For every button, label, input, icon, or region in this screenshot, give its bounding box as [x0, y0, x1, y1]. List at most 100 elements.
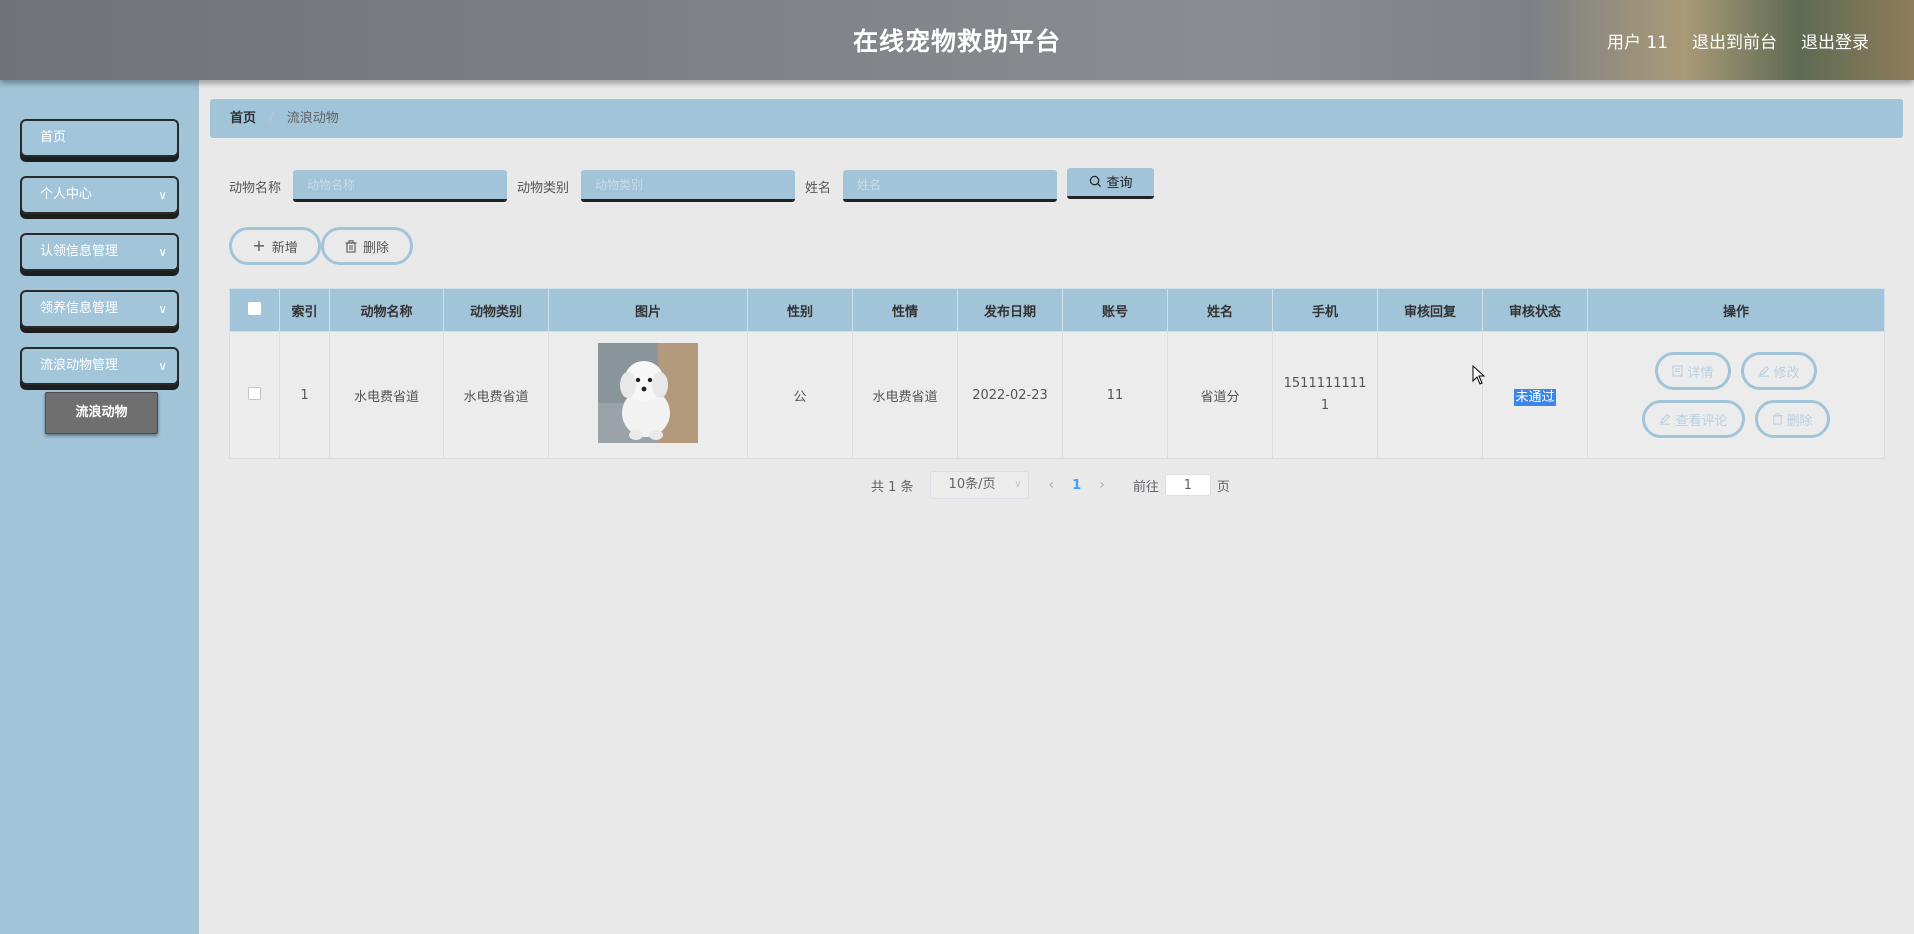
edit-button[interactable]: 修改 — [1740, 352, 1817, 390]
column-header: 账号 — [1062, 288, 1168, 332]
search-icon — [1089, 175, 1101, 188]
sidebar-item-claim-info[interactable]: 认领信息管理 ∨ — [20, 233, 179, 271]
column-header: 动物名称 — [329, 288, 444, 332]
mouse-cursor-icon — [1472, 365, 1486, 385]
sidebar-item-stray-management[interactable]: 流浪动物管理 ∨ — [20, 347, 179, 385]
plus-icon: + — [252, 236, 266, 255]
animal-type-cell: 水电费省道 — [443, 331, 549, 459]
page-size-select[interactable]: 10条/页 ∨ — [929, 471, 1029, 499]
column-header: 图片 — [548, 288, 748, 332]
page-suffix: 页 — [1216, 479, 1230, 495]
edit-icon — [1758, 365, 1769, 377]
sidebar-item-label: 首页 — [40, 130, 67, 145]
image-cell — [548, 331, 748, 459]
animal-type-input[interactable] — [581, 170, 796, 202]
view-comments-button[interactable]: 查看评论 — [1642, 400, 1745, 438]
animal-name-label: 动物名称 — [229, 180, 282, 196]
user-label[interactable]: 用户 11 — [1607, 28, 1668, 53]
review-reply-cell — [1377, 331, 1483, 459]
review-status-cell: 未通过 — [1482, 331, 1588, 459]
pet-photo[interactable] — [598, 343, 698, 443]
select-all-checkbox[interactable] — [248, 301, 261, 315]
add-button-label: 新增 — [271, 240, 298, 256]
add-button[interactable]: + 新增 — [229, 227, 321, 265]
column-header: 发布日期 — [957, 288, 1063, 332]
top-header: 在线宠物救助平台 用户 11 退出到前台 退出登录 — [0, 0, 1914, 80]
row-delete-label: 删除 — [1786, 413, 1813, 429]
chevron-down-icon: ∨ — [1014, 479, 1022, 490]
row-delete-button[interactable]: 删除 — [1754, 400, 1830, 438]
index-cell: 1 — [279, 331, 330, 459]
review-status-value: 未通过 — [1514, 388, 1556, 406]
detail-button[interactable]: 详情 — [1655, 352, 1731, 390]
column-header: 索引 — [279, 288, 330, 332]
chevron-down-icon: ∨ — [158, 188, 167, 202]
search-form: 动物名称 动物类别 姓名 查询 — [229, 167, 1155, 202]
sidebar-subitem-stray-animals[interactable]: 流浪动物 — [45, 392, 158, 434]
view-comments-label: 查看评论 — [1675, 413, 1728, 429]
phone-value: 15111111111 — [1283, 376, 1367, 413]
pagination: 共 1 条 10条/页 ∨ ‹ 1 › 前往 页 — [871, 471, 1230, 499]
edit-button-label: 修改 — [1773, 365, 1800, 381]
temperament-cell: 水电费省道 — [852, 331, 958, 459]
row-checkbox[interactable] — [248, 386, 261, 400]
document-icon — [1672, 365, 1684, 377]
breadcrumb: 首页 / 流浪动物 — [210, 99, 1903, 138]
breadcrumb-separator: / — [269, 111, 274, 126]
prev-page-button[interactable]: ‹ — [1049, 477, 1055, 493]
owner-name-cell: 省道分 — [1167, 331, 1273, 459]
logout-link[interactable]: 退出登录 — [1801, 28, 1869, 53]
detail-button-label: 详情 — [1687, 365, 1714, 381]
breadcrumb-home[interactable]: 首页 — [230, 111, 256, 126]
trash-icon — [345, 239, 357, 253]
edit-icon — [1660, 413, 1671, 425]
sidebar-item-personal-center[interactable]: 个人中心 ∨ — [20, 176, 179, 214]
phone-cell: 15111111111 — [1272, 331, 1378, 459]
sidebar: 首页 个人中心 ∨ 认领信息管理 ∨ 领养信息管理 ∨ 流浪动物管理 ∨ 流浪动… — [0, 80, 199, 934]
delete-button-label: 删除 — [362, 240, 389, 256]
breadcrumb-current: 流浪动物 — [286, 111, 339, 126]
column-header: 操作 — [1587, 288, 1885, 332]
gender-cell: 公 — [747, 331, 853, 459]
account-cell: 11 — [1062, 331, 1168, 459]
chevron-down-icon: ∨ — [158, 245, 167, 259]
batch-delete-button[interactable]: 删除 — [321, 227, 413, 265]
back-to-front-link[interactable]: 退出到前台 — [1692, 28, 1777, 53]
query-button[interactable]: 查询 — [1067, 167, 1155, 199]
table-row: 1 水电费省道 水电费省道 公 水电费省道 2022-02-23 11 省道分 … — [229, 331, 1885, 459]
publish-date-cell: 2022-02-23 — [957, 331, 1063, 459]
row-select-cell — [229, 331, 280, 459]
next-page-button[interactable]: › — [1099, 477, 1105, 493]
name-input[interactable] — [843, 170, 1058, 202]
sidebar-item-home[interactable]: 首页 — [20, 119, 179, 157]
action-bar: + 新增 删除 — [229, 227, 413, 265]
stray-animal-table: 索引 动物名称 动物类别 图片 性别 性情 发布日期 账号 姓名 手机 审核回复… — [229, 288, 1885, 459]
animal-name-input[interactable] — [293, 170, 508, 202]
goto-page-input[interactable] — [1164, 474, 1211, 496]
column-header: 手机 — [1272, 288, 1378, 332]
sidebar-item-label: 流浪动物管理 — [40, 358, 119, 373]
sidebar-item-adoption-info[interactable]: 领养信息管理 ∨ — [20, 290, 179, 328]
column-header: 审核回复 — [1377, 288, 1483, 332]
column-header: 动物类别 — [443, 288, 549, 332]
total-count: 共 1 条 — [871, 479, 914, 495]
column-header: 审核状态 — [1482, 288, 1588, 332]
animal-type-label: 动物类别 — [517, 180, 570, 196]
header-links: 用户 11 退出到前台 退出登录 — [1607, 28, 1869, 53]
query-button-label: 查询 — [1106, 176, 1133, 191]
sidebar-item-label: 认领信息管理 — [40, 244, 119, 259]
chevron-down-icon: ∨ — [158, 302, 167, 316]
goto-label: 前往 — [1132, 479, 1159, 495]
column-header: 性别 — [747, 288, 853, 332]
page-number[interactable]: 1 — [1072, 478, 1081, 493]
operations-cell: 详情 修改 查看评论 删除 — [1587, 331, 1885, 459]
animal-name-cell: 水电费省道 — [329, 331, 444, 459]
sidebar-item-label: 个人中心 — [40, 187, 93, 202]
row-actions: 详情 修改 查看评论 删除 — [1621, 352, 1851, 438]
column-header: 姓名 — [1167, 288, 1273, 332]
page-size-value: 10条/页 — [948, 477, 996, 492]
name-label: 姓名 — [805, 180, 832, 196]
trash-icon — [1771, 413, 1783, 425]
chevron-up-icon: ∨ — [158, 359, 167, 373]
sidebar-item-label: 领养信息管理 — [40, 301, 119, 316]
